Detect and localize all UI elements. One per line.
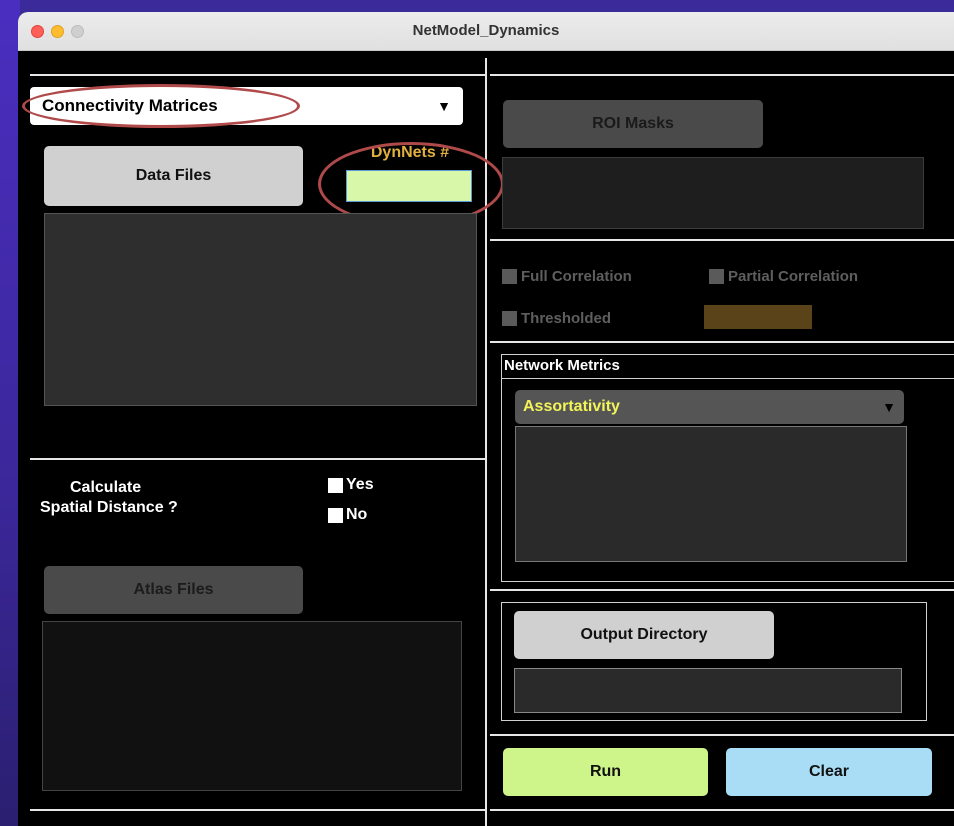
dynnets-label: DynNets # — [370, 144, 450, 161]
metric-dropdown[interactable]: Assortativity ▼ — [515, 390, 904, 424]
chevron-down-icon: ▼ — [437, 98, 451, 114]
no-checkbox[interactable] — [328, 507, 343, 523]
output-directory-button[interactable]: Output Directory — [514, 611, 774, 659]
divider — [30, 809, 485, 811]
dynnets-input[interactable] — [346, 170, 472, 202]
data-files-button[interactable]: Data Files — [44, 146, 303, 206]
desktop-background — [0, 0, 20, 826]
full-correlation-option[interactable]: Full Correlation — [502, 268, 632, 285]
full-correlation-checkbox[interactable] — [502, 269, 517, 284]
no-label: No — [346, 506, 368, 523]
partial-correlation-checkbox[interactable] — [709, 269, 724, 284]
atlas-files-list[interactable] — [42, 621, 462, 791]
spatial-no-option[interactable]: No — [328, 506, 367, 524]
spatial-distance-label: Calculate — [70, 479, 142, 496]
partial-correlation-label: Partial Correlation — [728, 268, 859, 285]
output-directory-field[interactable] — [514, 668, 902, 713]
yes-checkbox[interactable] — [328, 477, 343, 493]
data-files-list[interactable] — [44, 213, 477, 406]
input-type-dropdown[interactable]: Connectivity Matrices ▼ — [30, 87, 463, 125]
divider — [490, 809, 954, 811]
spatial-distance-label-line2: Spatial Distance ? — [40, 499, 178, 516]
divider — [490, 341, 954, 343]
metric-selected: Assortativity — [523, 398, 620, 415]
clear-button[interactable]: Clear — [726, 748, 932, 796]
full-correlation-label: Full Correlation — [521, 268, 632, 285]
spatial-yes-option[interactable]: Yes — [328, 476, 374, 494]
divider — [490, 734, 954, 736]
atlas-files-button[interactable]: Atlas Files — [44, 566, 303, 614]
divider — [490, 589, 954, 591]
thresholded-checkbox[interactable] — [502, 311, 517, 326]
input-type-selected: Connectivity Matrices — [42, 96, 218, 115]
divider — [30, 74, 485, 76]
yes-label: Yes — [346, 476, 374, 493]
metrics-list[interactable] — [515, 426, 907, 562]
title-bar: NetModel_Dynamics — [18, 12, 954, 51]
thresholded-label: Thresholded — [521, 310, 612, 327]
column-divider — [485, 58, 487, 826]
roi-masks-button[interactable]: ROI Masks — [503, 100, 763, 148]
network-metrics-title: Network Metrics — [504, 357, 620, 374]
divider — [490, 74, 954, 76]
divider — [30, 458, 485, 460]
partial-correlation-option[interactable]: Partial Correlation — [709, 268, 858, 285]
chevron-down-icon: ▼ — [882, 399, 896, 415]
thresholded-option[interactable]: Thresholded — [502, 310, 611, 327]
divider — [501, 378, 954, 379]
run-button[interactable]: Run — [503, 748, 708, 796]
divider — [490, 239, 954, 241]
window-title: NetModel_Dynamics — [412, 22, 560, 39]
threshold-value-field[interactable] — [704, 305, 812, 329]
app-window: NetModel_Dynamics Connectivity Matrices … — [18, 12, 954, 826]
roi-masks-list[interactable] — [502, 157, 924, 229]
